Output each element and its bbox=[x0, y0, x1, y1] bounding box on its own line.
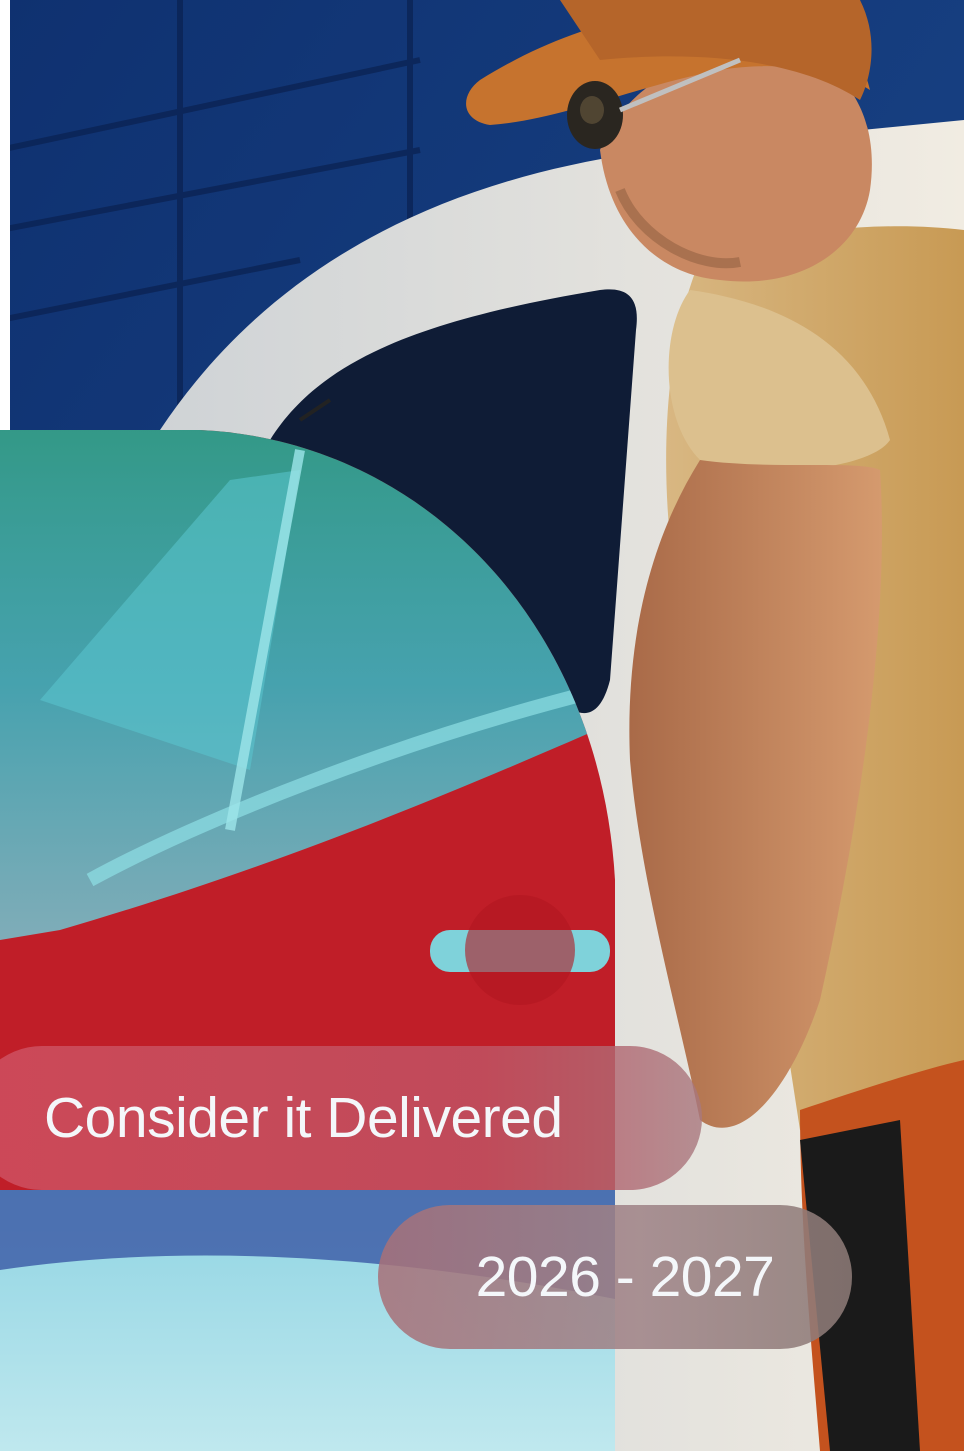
years-pill: 2026 - 2027 bbox=[378, 1205, 852, 1349]
tagline-pill: Consider it Delivered bbox=[0, 1046, 702, 1190]
poster: Consider it Delivered 2026 - 2027 bbox=[0, 0, 964, 1451]
years-text: 2026 - 2027 bbox=[475, 1245, 775, 1309]
tagline-text: Consider it Delivered bbox=[44, 1086, 563, 1150]
